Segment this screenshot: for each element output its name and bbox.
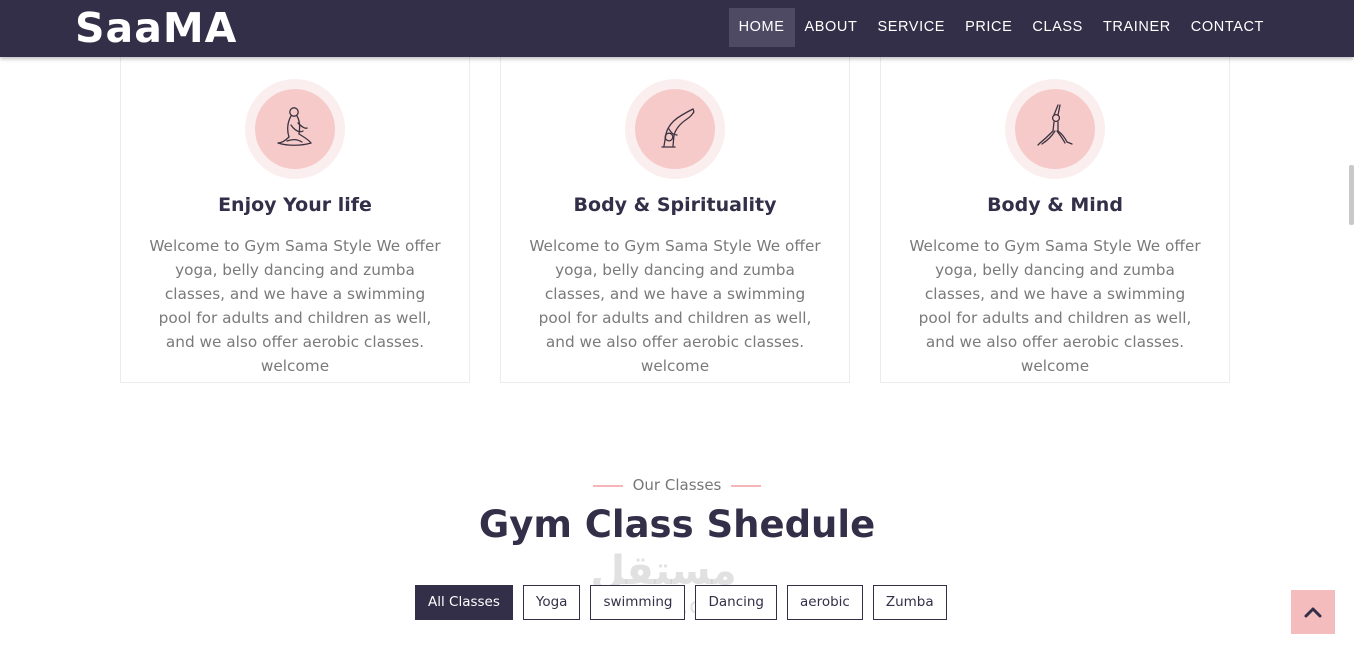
nav-item-about[interactable]: ABOUT	[795, 8, 868, 47]
feature-icon-ring	[625, 79, 725, 179]
filter-yoga-button[interactable]: Yoga	[522, 585, 581, 620]
feature-card-text: Welcome to Gym Sama Style We offer yoga,…	[149, 237, 441, 375]
feature-card-text: Welcome to Gym Sama Style We offer yoga,…	[529, 237, 821, 375]
feature-card: Body & Mind Welcome to Gym Sama Style We…	[880, 50, 1230, 383]
filter-swimming-button[interactable]: swimming	[590, 585, 686, 620]
yoga-backbend-pose-icon	[635, 89, 715, 169]
back-to-top-button[interactable]	[1291, 590, 1335, 634]
feature-card-title: Enjoy Your life	[218, 194, 372, 216]
top-navbar: SaaMA HOME ABOUT SERVICE PRICE CLASS TRA…	[0, 0, 1354, 57]
site-logo[interactable]: SaaMA	[75, 4, 237, 52]
section-title: Gym Class Shedule	[478, 503, 876, 546]
nav-item-contact[interactable]: CONTACT	[1181, 8, 1274, 47]
feature-card-title: Body & Mind	[987, 194, 1123, 216]
filter-zumba-button[interactable]: Zumba	[872, 585, 947, 620]
feature-icon-ring	[245, 79, 345, 179]
feature-card-text: Welcome to Gym Sama Style We offer yoga,…	[909, 237, 1201, 375]
yoga-warrior-pose-icon	[1015, 89, 1095, 169]
feature-card: Body & Spirituality Welcome to Gym Sama …	[500, 50, 850, 383]
yoga-sitting-pose-icon	[255, 89, 335, 169]
feature-card: Enjoy Your life Welcome to Gym Sama Styl…	[120, 50, 470, 383]
filter-aerobic-button[interactable]: aerobic	[787, 585, 863, 620]
chevron-up-icon	[1304, 607, 1322, 618]
main-nav: HOME ABOUT SERVICE PRICE CLASS TRAINER C…	[728, 8, 1274, 47]
nav-item-service[interactable]: SERVICE	[867, 8, 955, 47]
filter-all-classes-button[interactable]: All Classes	[415, 585, 513, 620]
section-eyebrow: Our Classes	[0, 476, 1354, 494]
nav-item-trainer[interactable]: TRAINER	[1093, 8, 1181, 47]
class-filter-bar: All Classes Yoga swimming Dancing aerobi…	[415, 585, 957, 620]
nav-item-class[interactable]: CLASS	[1022, 8, 1093, 47]
nav-item-home[interactable]: HOME	[728, 8, 795, 47]
eyebrow-line-left	[592, 484, 623, 487]
feature-card-title: Body & Spirituality	[573, 194, 777, 216]
section-eyebrow-text: Our Classes	[632, 476, 722, 494]
filter-dancing-button[interactable]: Dancing	[695, 585, 777, 620]
eyebrow-line-right	[731, 484, 762, 487]
page-scrollbar[interactable]	[1349, 165, 1354, 225]
feature-icon-ring	[1005, 79, 1105, 179]
nav-item-price[interactable]: PRICE	[955, 8, 1022, 47]
